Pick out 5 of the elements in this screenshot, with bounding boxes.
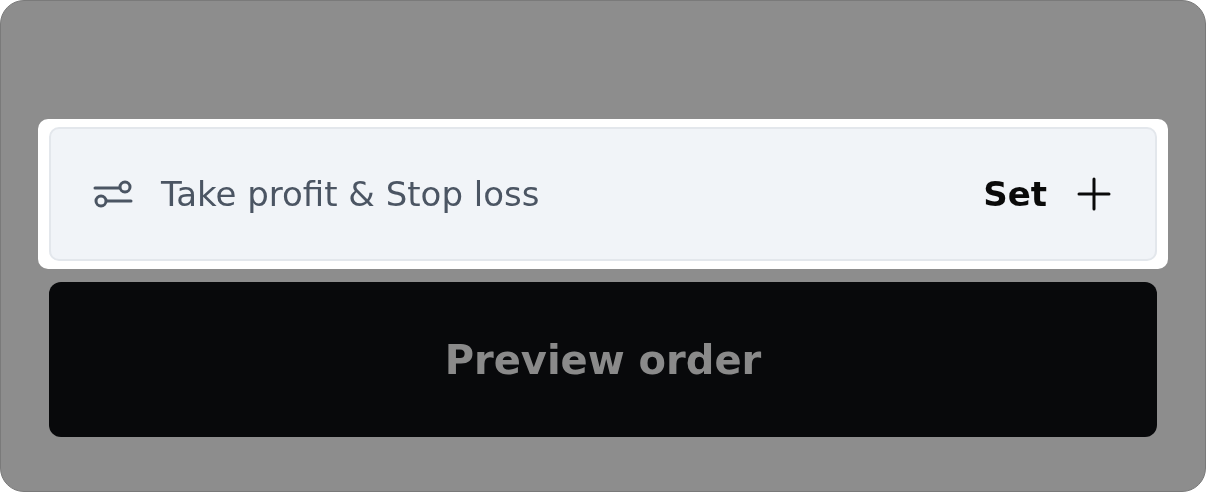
tp-sl-label: Take profit & Stop loss	[161, 172, 540, 216]
set-button[interactable]: Set	[983, 168, 1111, 220]
plus-icon	[1077, 177, 1111, 211]
take-profit-stop-loss-row[interactable]: Take profit & Stop loss Set	[49, 127, 1157, 261]
sliders-icon	[93, 179, 133, 209]
